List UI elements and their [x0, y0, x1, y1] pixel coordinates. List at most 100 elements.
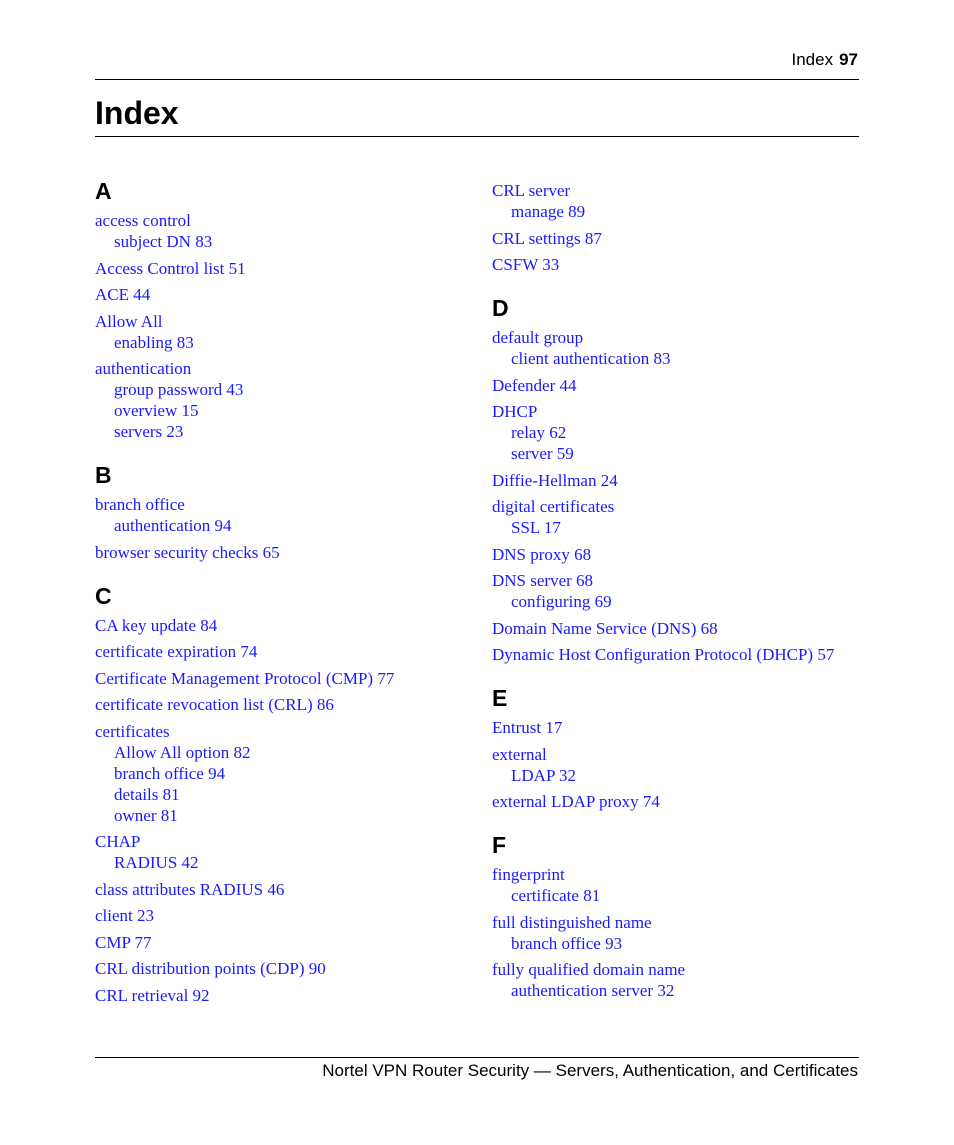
index-entry: certificates Allow All option 82 branch of… [95, 721, 475, 826]
index-entry: Defender 44 [492, 375, 862, 396]
index-entry: DNS server 68 configuring 69 [492, 570, 862, 612]
index-subterm-link[interactable]: authentication server 32 [492, 980, 862, 1001]
index-entry: Access Control list 51 [95, 258, 475, 279]
index-term-link[interactable]: digital certificates [492, 496, 862, 517]
index-term-link[interactable]: external LDAP proxy 74 [492, 791, 862, 812]
index-term-link[interactable]: CRL server [492, 180, 862, 201]
index-subterm-link[interactable]: LDAP 32 [492, 765, 862, 786]
index-entry: certificate expiration 74 [95, 641, 475, 662]
index-entry: CRL server manage 89 [492, 180, 862, 222]
section-letter: A [95, 178, 112, 204]
index-term-link[interactable]: certificate expiration 74 [95, 641, 475, 662]
index-term-link[interactable]: CMP 77 [95, 932, 475, 953]
index-term-link[interactable]: certificates [95, 721, 475, 742]
index-subterm-link[interactable]: enabling 83 [95, 332, 475, 353]
index-term-link[interactable]: Dynamic Host Configuration Protocol (DHC… [492, 644, 862, 665]
index-term-link[interactable]: CRL retrieval 92 [95, 985, 475, 1006]
index-term-link[interactable]: fully qualified domain name [492, 959, 862, 980]
running-header-label: Index [791, 50, 834, 69]
index-term-link[interactable]: default group [492, 327, 862, 348]
index-term-link[interactable]: Entrust 17 [492, 717, 862, 738]
page-number: 97 [839, 50, 858, 69]
index-subterm-link[interactable]: configuring 69 [492, 591, 862, 612]
index-entry: certificate revocation list (CRL) 86 [95, 694, 475, 715]
index-subterm-link[interactable]: manage 89 [492, 201, 862, 222]
index-entry: fingerprint certificate 81 [492, 864, 862, 906]
index-term-link[interactable]: Diffie-Hellman 24 [492, 470, 862, 491]
index-subterm-link[interactable]: branch office 94 [95, 763, 475, 784]
index-subterm-link[interactable]: subject DN 83 [95, 231, 475, 252]
index-subterm-link[interactable]: servers 23 [95, 421, 475, 442]
index-entry: default group client authentication 83 [492, 327, 862, 369]
index-subterm-link[interactable]: authentication 94 [95, 515, 475, 536]
index-column-left: Aaccess control subject DN 83 Access Contr… [95, 176, 475, 1011]
index-subterm-link[interactable]: owner 81 [95, 805, 475, 826]
index-subterm-link[interactable]: branch office 93 [492, 933, 862, 954]
index-term-link[interactable]: Access Control list 51 [95, 258, 475, 279]
index-entry: Entrust 17 [492, 717, 862, 738]
index-subterm-link[interactable]: certificate 81 [492, 885, 862, 906]
index-term-link[interactable]: authentication [95, 358, 475, 379]
index-subterm-link[interactable]: overview 15 [95, 400, 475, 421]
index-entry: external LDAP 32 [492, 744, 862, 786]
section-letter: C [95, 582, 112, 609]
index-term-link[interactable]: CRL distribution points (CDP) 90 [95, 958, 475, 979]
section-letter: F [492, 832, 507, 858]
index-entry: digital certificates SSL 17 [492, 496, 862, 538]
title-rule [95, 136, 859, 137]
index-entry: full distinguished name branch office 93 [492, 912, 862, 954]
index-term-link[interactable]: external [492, 744, 862, 765]
index-entry: external LDAP proxy 74 [492, 791, 862, 812]
index-entry: DNS proxy 68 [492, 544, 862, 565]
index-entry: CSFW 33 [492, 254, 862, 275]
index-term-link[interactable]: Allow All [95, 311, 475, 332]
index-entry: DHCP relay 62 server 59 [492, 401, 862, 464]
index-entry: authentication group password 43 overview … [95, 358, 475, 442]
index-term-link[interactable]: certificate revocation list (CRL) 86 [95, 694, 475, 715]
index-term-link[interactable]: browser security checks 65 [95, 542, 475, 563]
page-title: Index [95, 95, 179, 131]
index-term-link[interactable]: CSFW 33 [492, 254, 862, 275]
index-term-link[interactable]: CHAP [95, 831, 475, 852]
index-entry: ACE 44 [95, 284, 475, 305]
index-entry: Dynamic Host Configuration Protocol (DHC… [492, 644, 862, 665]
index-term-link[interactable]: access control [95, 210, 475, 231]
footer-rule [95, 1057, 859, 1058]
footer-title: Nortel VPN Router Security — Servers, Au… [322, 1061, 858, 1080]
index-term-link[interactable]: client 23 [95, 905, 475, 926]
index-entry: client 23 [95, 905, 475, 926]
index-subterm-link[interactable]: group password 43 [95, 379, 475, 400]
index-subterm-link[interactable]: server 59 [492, 443, 862, 464]
index-subterm-link[interactable]: Allow All option 82 [95, 742, 475, 763]
index-entry: CRL distribution points (CDP) 90 [95, 958, 475, 979]
running-header: Index 97 [791, 50, 858, 70]
index-term-link[interactable]: DHCP [492, 401, 862, 422]
index-term-link[interactable]: branch office [95, 494, 475, 515]
index-term-link[interactable]: fingerprint [492, 864, 862, 885]
index-entry: CRL retrieval 92 [95, 985, 475, 1006]
index-entry: Diffie-Hellman 24 [492, 470, 862, 491]
index-subterm-link[interactable]: client authentication 83 [492, 348, 862, 369]
index-entry: browser security checks 65 [95, 542, 475, 563]
index-subterm-link[interactable]: RADIUS 42 [95, 852, 475, 873]
index-entry: CA key update 84 [95, 615, 475, 636]
index-term-link[interactable]: class attributes RADIUS 46 [95, 879, 475, 900]
index-term-link[interactable]: DNS server 68 [492, 570, 862, 591]
index-entry: class attributes RADIUS 46 [95, 879, 475, 900]
index-term-link[interactable]: Domain Name Service (DNS) 68 [492, 618, 862, 639]
index-subterm-link[interactable]: details 81 [95, 784, 475, 805]
index-subterm-link[interactable]: relay 62 [492, 422, 862, 443]
index-column-right: CRL server manage 89 CRL settings 87 CSFW 3… [492, 180, 862, 1007]
index-term-link[interactable]: CRL settings 87 [492, 228, 862, 249]
index-entry: CMP 77 [95, 932, 475, 953]
index-subterm-link[interactable]: SSL 17 [492, 517, 862, 538]
index-term-link[interactable]: Certificate Management Protocol (CMP) 77 [95, 668, 475, 689]
section-letter: B [95, 462, 112, 488]
index-term-link[interactable]: ACE 44 [95, 284, 475, 305]
index-term-link[interactable]: DNS proxy 68 [492, 544, 862, 565]
index-term-link[interactable]: full distinguished name [492, 912, 862, 933]
index-term-link[interactable]: CA key update 84 [95, 615, 475, 636]
header-rule [95, 79, 859, 80]
index-term-link[interactable]: Defender 44 [492, 375, 862, 396]
index-entry: Allow All enabling 83 [95, 311, 475, 353]
